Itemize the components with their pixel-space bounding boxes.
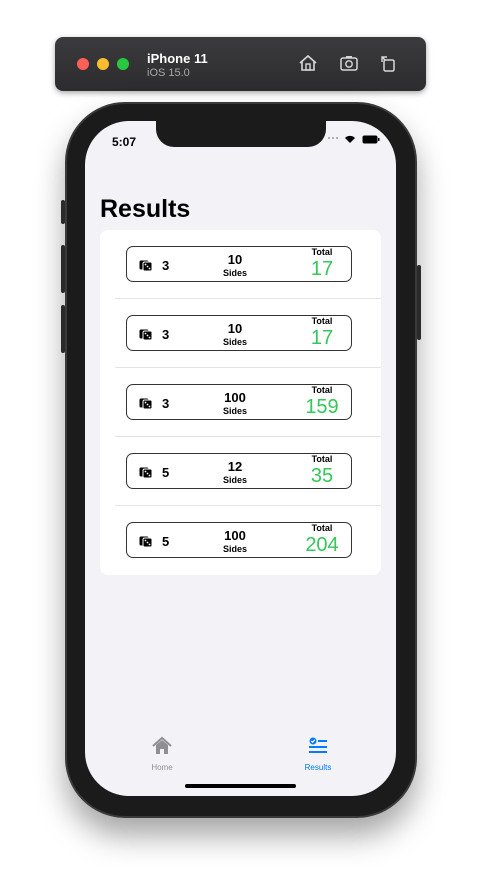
sides-value: 10	[227, 252, 243, 267]
dice-icon	[139, 260, 153, 272]
result-card: 3 100 Sides Total 159	[126, 384, 352, 420]
dice-count: 3	[162, 258, 170, 273]
sides-label: Sides	[222, 337, 247, 347]
result-card: 5 12 Sides Total 35	[126, 453, 352, 489]
total-label: Total	[311, 247, 333, 257]
total-label: Total	[311, 316, 333, 326]
cellular-signal-icon	[328, 137, 338, 142]
status-time: 5:07	[112, 135, 137, 149]
device-os-version: iOS 15.0	[147, 67, 190, 79]
home-button-icon[interactable]	[297, 52, 319, 74]
list-item[interactable]: 3 10 Sides Total 17	[100, 299, 381, 368]
sides-value: 12	[227, 459, 243, 474]
total-label: Total	[311, 523, 333, 533]
power-button	[417, 265, 421, 340]
total-value: 17	[310, 258, 334, 280]
total-value: 17	[310, 327, 334, 349]
list-checklist-icon	[309, 737, 327, 753]
result-card: 5 100 Sides Total 204	[126, 522, 352, 558]
sides-label: Sides	[222, 268, 247, 278]
tab-results[interactable]: Results	[288, 735, 348, 772]
total-label: Total	[311, 385, 333, 395]
house-icon	[152, 736, 172, 754]
dice-icon	[139, 536, 153, 548]
dice-icon	[139, 467, 153, 479]
total-value: 159	[305, 396, 339, 418]
minimize-window-button[interactable]	[97, 58, 109, 70]
wifi-icon	[345, 135, 355, 143]
dice-count: 3	[162, 396, 170, 411]
list-item[interactable]: 5 100 Sides Total 204	[100, 506, 381, 575]
total-label: Total	[311, 454, 333, 464]
dice-icon	[139, 398, 153, 410]
tab-home-label: Home	[151, 763, 173, 772]
status-icons	[328, 135, 380, 144]
sides-label: Sides	[222, 544, 247, 554]
total-value: 35	[310, 465, 334, 487]
result-card: 3 10 Sides Total 17	[126, 315, 352, 351]
list-item[interactable]: 3 100 Sides Total 159	[100, 368, 381, 437]
close-window-button[interactable]	[77, 58, 89, 70]
tab-results-label: Results	[304, 763, 332, 772]
list-item[interactable]: 3 10 Sides Total 17	[100, 230, 381, 299]
zoom-window-button[interactable]	[117, 58, 129, 70]
tab-home[interactable]: Home	[132, 735, 192, 772]
dice-count: 3	[162, 327, 170, 342]
sides-value: 100	[224, 390, 246, 405]
sides-value: 10	[227, 321, 243, 336]
dice-icon	[139, 329, 153, 341]
sides-label: Sides	[222, 406, 247, 416]
notch	[156, 121, 326, 147]
results-list: 3 10 Sides Total 17 3 10 Sides Total 17	[100, 230, 381, 575]
dice-count: 5	[162, 465, 170, 480]
phone-screen: 5:07 Results 3 10 Sides Total 17 3 10 Si…	[85, 121, 396, 796]
device-name: iPhone 11	[147, 51, 208, 66]
screenshot-camera-icon[interactable]	[338, 52, 360, 74]
rotate-device-icon[interactable]	[377, 52, 399, 74]
result-card: 3 10 Sides Total 17	[126, 246, 352, 282]
sides-label: Sides	[222, 475, 247, 485]
battery-icon	[362, 135, 380, 144]
simulator-title-bar: iPhone 11 iOS 15.0	[55, 37, 426, 91]
sides-value: 100	[224, 528, 246, 543]
total-value: 204	[305, 534, 339, 556]
dice-count: 5	[162, 534, 170, 549]
list-item[interactable]: 5 12 Sides Total 35	[100, 437, 381, 506]
page-title: Results	[100, 195, 191, 223]
home-indicator	[185, 784, 296, 788]
